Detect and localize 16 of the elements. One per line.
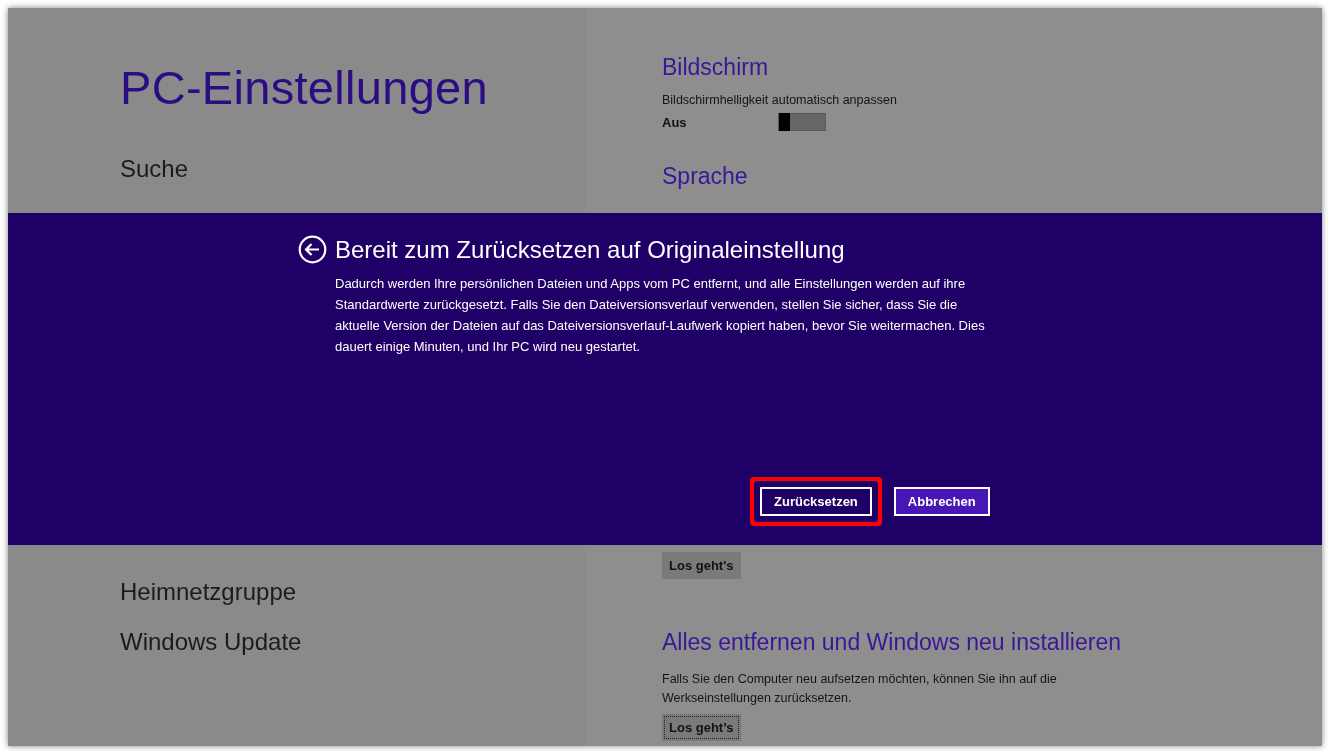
app-title: PC-Einstellungen bbox=[120, 60, 489, 115]
start-button[interactable]: Los geht’s bbox=[662, 714, 741, 741]
start-button[interactable]: Los geht's bbox=[662, 552, 741, 579]
cancel-button[interactable]: Abbrechen bbox=[893, 487, 990, 516]
sidebar-item[interactable]: Windows Update bbox=[120, 628, 302, 656]
sidebar-item[interactable]: Heimnetzgruppe bbox=[120, 578, 297, 606]
section-heading: Alles entfernen und Windows neu installieren bbox=[662, 629, 1121, 656]
setting-label: Bildschirmhelligkeit automatisch anpassen bbox=[662, 93, 897, 107]
sidebar-item[interactable]: Suche bbox=[120, 155, 189, 183]
dialog-message: Dadurch werden Ihre persönlichen Dateien und Apps vom PC entfernt, und alle Einstellungen werden auf ihre Standardwerte zurückgesetzt. Falls Sie den Dateiversionsverlauf verwenden, stellen Sie sicher, dass Sie die aktuelle Version der Dateien auf das Dateiversionsverlauf-Laufwerk kopiert haben, bevor Sie weitermachen. Dies dauert einige Minuten, und Ihr PC wird neu gestartet. bbox=[335, 275, 986, 356]
toggle-switch[interactable] bbox=[778, 113, 826, 131]
section-heading: Sprache bbox=[662, 163, 748, 190]
section-description: Falls Sie den Computer neu aufsetzen möchten, können Sie ihn auf die Werkseinstellungen zurücksetzen. bbox=[662, 671, 1058, 707]
toggle-state: Aus bbox=[662, 114, 688, 130]
section-heading: Bildschirm bbox=[662, 54, 769, 81]
dialog-title: Bereit zum Zurücksetzen auf Originaleinstellung bbox=[335, 235, 845, 264]
